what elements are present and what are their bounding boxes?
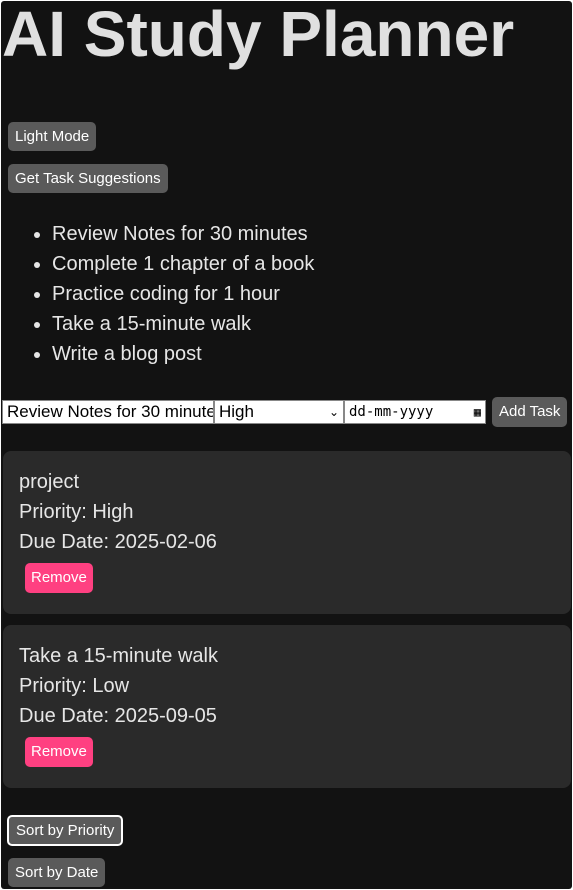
list-item: Take a 15-minute walk bbox=[52, 309, 314, 339]
suggestion-list: Review Notes for 30 minutes Complete 1 c… bbox=[1, 219, 314, 369]
list-item: Review Notes for 30 minutes bbox=[52, 219, 314, 249]
remove-button[interactable]: Remove bbox=[25, 737, 93, 767]
date-placeholder: dd-mm-yyyy bbox=[349, 404, 434, 420]
remove-button[interactable]: Remove bbox=[25, 563, 93, 593]
sort-by-date-button[interactable]: Sort by Date bbox=[8, 858, 106, 887]
light-mode-button[interactable]: Light Mode bbox=[8, 122, 97, 151]
calendar-icon: ▦ bbox=[473, 405, 481, 419]
chevron-down-icon: ⌄ bbox=[328, 405, 339, 419]
task-name: project bbox=[19, 471, 80, 493]
list-item: Practice coding for 1 hour bbox=[52, 279, 314, 309]
list-item: Write a blog post bbox=[52, 339, 314, 369]
task-name: Take a 15-minute walk bbox=[19, 645, 218, 667]
task-due-date: Due Date: 2025-02-06 bbox=[19, 531, 217, 553]
sort-by-priority-button[interactable]: Sort by Priority bbox=[7, 815, 124, 846]
app-page: AI Study Planner Light Mode Get Task Sug… bbox=[1, 1, 572, 889]
get-suggestions-button[interactable]: Get Task Suggestions bbox=[8, 164, 168, 193]
task-priority: Priority: Low bbox=[19, 675, 130, 697]
task-input[interactable]: Review Notes for 30 minute bbox=[2, 400, 214, 424]
due-date-input[interactable]: dd-mm-yyyy ▦ bbox=[344, 400, 486, 424]
add-task-form: Review Notes for 30 minute High ⌄ dd-mm-y… bbox=[2, 397, 568, 427]
priority-select[interactable]: High ⌄ bbox=[214, 400, 344, 424]
task-card: project Priority: High Due Date: 2025-02… bbox=[3, 451, 571, 614]
priority-value: High bbox=[219, 402, 254, 421]
add-task-button[interactable]: Add Task bbox=[492, 397, 568, 427]
list-item: Complete 1 chapter of a book bbox=[52, 249, 314, 279]
page-title: AI Study Planner bbox=[2, 1, 515, 70]
task-due-date: Due Date: 2025-09-05 bbox=[19, 705, 217, 727]
task-priority: Priority: High bbox=[19, 501, 134, 523]
task-card: Take a 15-minute walk Priority: Low Due … bbox=[3, 625, 571, 788]
